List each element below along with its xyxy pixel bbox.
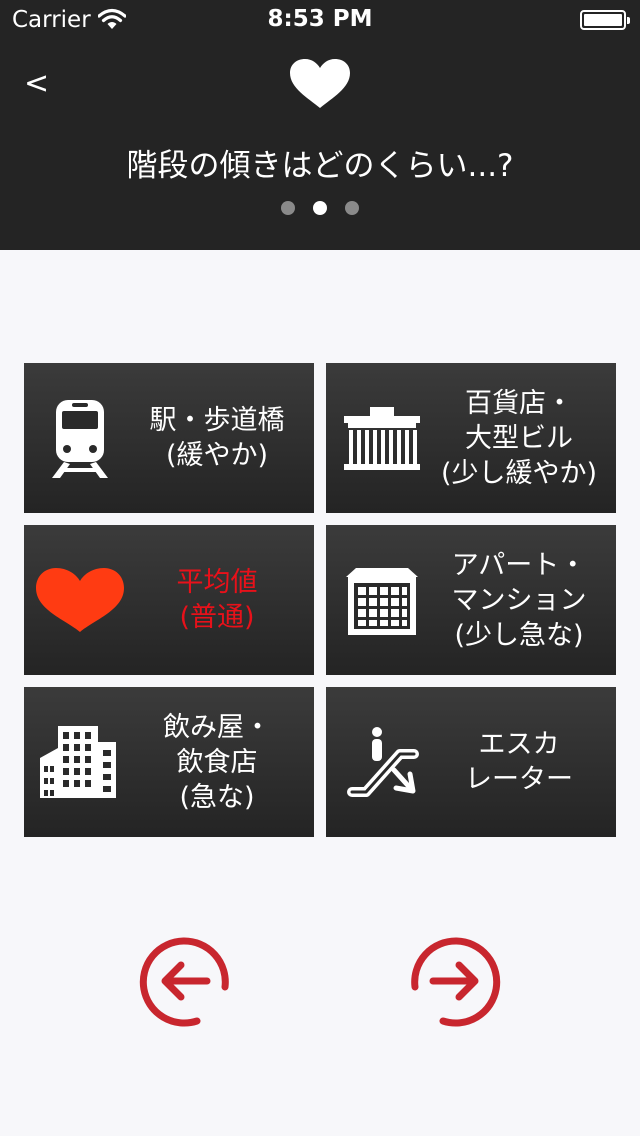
heart-icon — [36, 568, 124, 632]
office-buildings-icon — [40, 726, 116, 798]
apartment-building-icon — [346, 568, 418, 635]
option-station-button[interactable]: 駅・歩道橋 (緩やか) — [24, 363, 314, 513]
option-department-store-button[interactable]: 百貨店・ 大型ビル (少し緩やか) — [326, 363, 616, 513]
train-icon — [52, 400, 108, 478]
option-bar-label: 飲み屋・ 飲食店 (急な) — [163, 711, 271, 813]
option-average-button[interactable]: 平均値 (普通) — [24, 525, 314, 675]
header-bar: Carrier 8:53 PM < 階段の傾きはどのくらい...? — [0, 0, 640, 250]
previous-button[interactable] — [139, 935, 231, 1027]
option-apartment-button[interactable]: アパート・ マンション (少し急な) — [326, 525, 616, 675]
heart-logo-icon — [290, 59, 350, 108]
option-station-label: 駅・歩道橋 (緩やか) — [149, 405, 285, 471]
status-time: 8:53 PM — [267, 6, 373, 32]
arrow-left-circle-icon — [139, 937, 229, 1027]
option-escalator-label: エスカ レーター — [465, 729, 573, 795]
page-dot[interactable] — [281, 201, 295, 215]
page-dot[interactable] — [345, 201, 359, 215]
back-button[interactable]: < — [24, 62, 64, 106]
page-dot-current[interactable] — [313, 201, 327, 215]
page-indicator[interactable] — [0, 201, 640, 215]
battery-icon — [580, 10, 630, 30]
status-bar: Carrier 8:53 PM — [0, 0, 640, 40]
next-button[interactable] — [409, 935, 501, 1027]
option-bar-button[interactable]: 飲み屋・ 飲食店 (急な) — [24, 687, 314, 837]
escalator-icon — [347, 727, 419, 797]
option-escalator-button[interactable]: エスカ レーター — [326, 687, 616, 837]
arrow-right-circle-icon — [411, 937, 501, 1027]
option-department-store-label: 百貨店・ 大型ビル (少し緩やか) — [440, 387, 598, 489]
department-store-icon — [344, 407, 420, 470]
option-apartment-label: アパート・ マンション (少し急な) — [451, 549, 587, 651]
question-title: 階段の傾きはどのくらい...? — [126, 148, 514, 184]
option-average-label: 平均値 (普通) — [176, 567, 258, 633]
